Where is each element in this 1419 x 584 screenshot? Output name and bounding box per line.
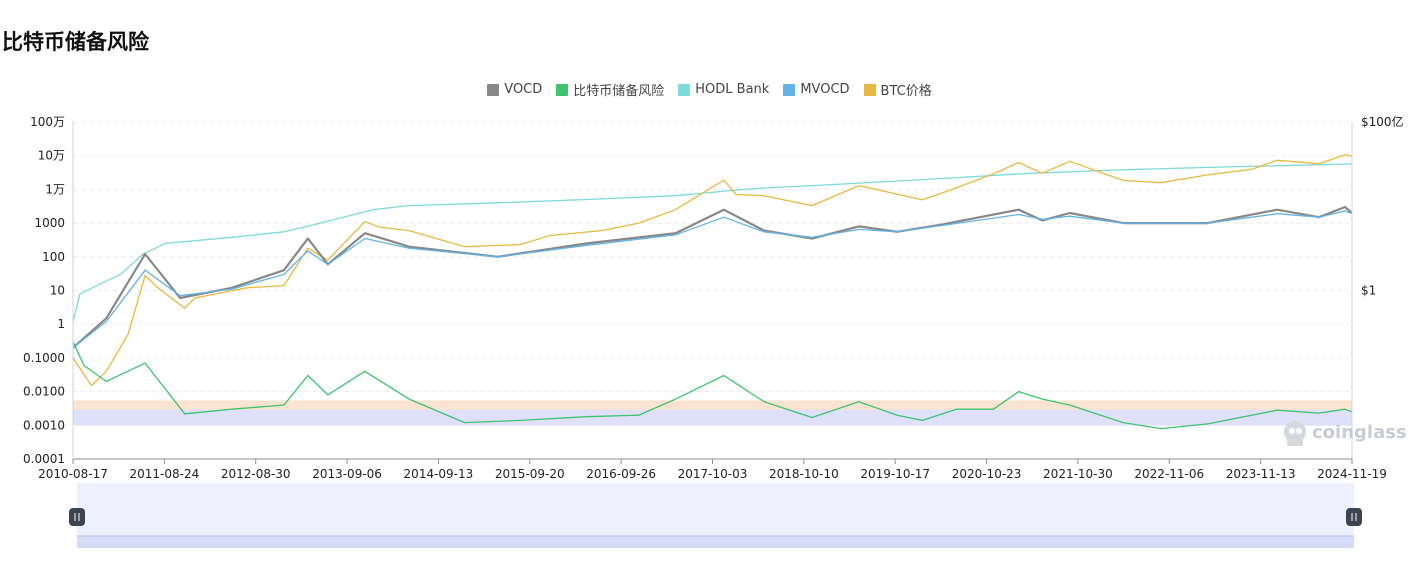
zoom-slider[interactable]: [69, 483, 1362, 548]
y-tick-label: 10万: [38, 149, 65, 163]
x-tick-label: 2020-10-23: [952, 467, 1022, 481]
x-tick-label: 2013-09-06: [312, 467, 382, 481]
y-right-tick-label: $1: [1361, 284, 1376, 298]
grid-lines: [73, 121, 1352, 426]
x-tick-label: 2011-08-24: [129, 467, 199, 481]
watermark: coinglass: [1284, 421, 1407, 446]
y-tick-label: 0.1000: [23, 351, 65, 365]
y-tick-label: 1万: [45, 182, 65, 196]
watermark-text: coinglass: [1312, 422, 1407, 443]
y-tick-label: 0.0001: [23, 452, 65, 466]
low-risk-band: [73, 409, 1352, 426]
y-tick-label: 100: [42, 250, 65, 264]
y-tick-label: 1000: [34, 216, 65, 230]
x-tick-label: 2010-08-17: [38, 467, 108, 481]
y-right-tick-label: $100亿: [1361, 114, 1404, 129]
coinglass-logo-icon: [1284, 421, 1306, 446]
x-tick-label: 2019-10-17: [860, 467, 930, 481]
series-line-VOCD: [72, 205, 1353, 349]
x-tick-label: 2021-10-30: [1043, 467, 1113, 481]
y-tick-label: 0.0010: [23, 418, 65, 432]
series-lines: [72, 154, 1353, 430]
zoom-handle-right[interactable]: [1346, 508, 1362, 526]
zoom-mini-area: [77, 536, 1354, 548]
x-tick-label: 2016-09-26: [586, 467, 656, 481]
y-tick-label: 100万: [30, 115, 65, 129]
x-tick-label: 2015-09-20: [495, 467, 565, 481]
x-tick-label: 2018-10-10: [769, 467, 839, 481]
axes: 0.0001 0.0010 0.0100 0.1000 1 10 100 1000 1万 10万 1…: [23, 114, 1404, 481]
x-tick-label: 2024-11-19: [1317, 467, 1387, 481]
y-tick-label: 0.0100: [23, 385, 65, 399]
x-tick-label: 2017-10-03: [678, 467, 748, 481]
x-tick-label: 2023-11-13: [1226, 467, 1296, 481]
risk-bands: [73, 400, 1352, 426]
x-tick-label: 2014-09-13: [404, 467, 474, 481]
zoom-handle-left[interactable]: [69, 508, 85, 526]
x-tick-label: 2022-11-06: [1134, 467, 1204, 481]
x-tick-label: 2012-08-30: [221, 467, 291, 481]
chart-canvas: 0.0001 0.0010 0.0100 0.1000 1 10 100 1000 1万 10万 1…: [23, 114, 1407, 548]
series-line-BTC价格: [72, 154, 1353, 387]
y-tick-label: 1: [57, 317, 65, 331]
series-line-MVOCD: [72, 210, 1353, 349]
y-tick-label: 10: [50, 284, 65, 298]
